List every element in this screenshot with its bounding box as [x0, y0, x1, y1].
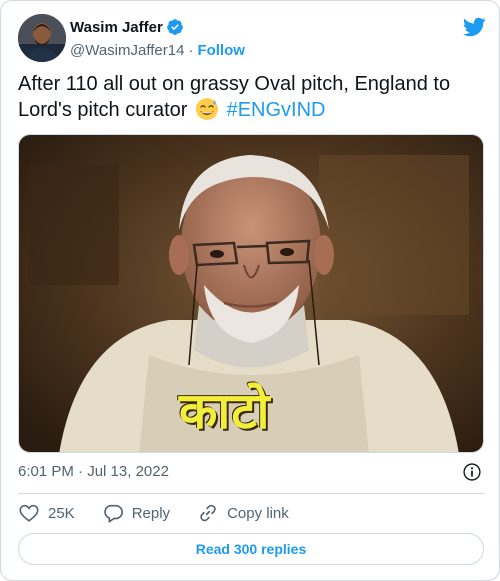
separator-dot: ·: [78, 463, 84, 480]
action-bar: 25K Reply Copy link: [18, 501, 484, 525]
tweet-card: Wasim Jaffer @WasimJaffer14 · Follow Aft: [0, 0, 500, 581]
verified-badge-icon: [166, 18, 184, 36]
hashtag-link[interactable]: #ENGvIND: [227, 99, 326, 121]
tweet-text: After 110 all out on grassy Oval pitch, …: [18, 72, 484, 123]
image-caption: काटो: [179, 382, 271, 440]
tweet-timestamp[interactable]: 6:01 PM · Jul 13, 2022: [18, 463, 484, 483]
copy-link-button[interactable]: Copy link: [197, 502, 289, 524]
tweet-image[interactable]: काटो: [18, 134, 484, 453]
handle[interactable]: @WasimJaffer14: [70, 42, 184, 59]
avatar[interactable]: [18, 14, 66, 62]
tweet-time: 6:01 PM: [18, 463, 74, 480]
author-info: Wasim Jaffer @WasimJaffer14 · Follow: [70, 17, 245, 60]
reply-label: Reply: [131, 504, 171, 522]
copy-link-label: Copy link: [227, 504, 289, 522]
like-count: 25K: [48, 504, 75, 522]
grinning-face-with-sweat-icon: [195, 97, 219, 121]
twitter-bird-icon[interactable]: [462, 15, 486, 39]
read-replies-button[interactable]: Read 300 replies: [18, 533, 484, 565]
separator-dot: ·: [188, 41, 194, 59]
divider: [18, 493, 484, 494]
tweet-header: Wasim Jaffer @WasimJaffer14 · Follow: [18, 14, 486, 62]
link-icon: [200, 504, 216, 522]
display-name[interactable]: Wasim Jaffer: [70, 19, 163, 36]
heart-icon: [19, 504, 39, 522]
tweet-date: Jul 13, 2022: [87, 463, 169, 480]
reply-bubble-icon: [103, 504, 123, 523]
reply-button[interactable]: Reply: [102, 502, 170, 524]
info-icon[interactable]: [462, 462, 482, 482]
like-button[interactable]: 25K: [18, 502, 75, 524]
follow-button[interactable]: Follow: [197, 42, 245, 59]
